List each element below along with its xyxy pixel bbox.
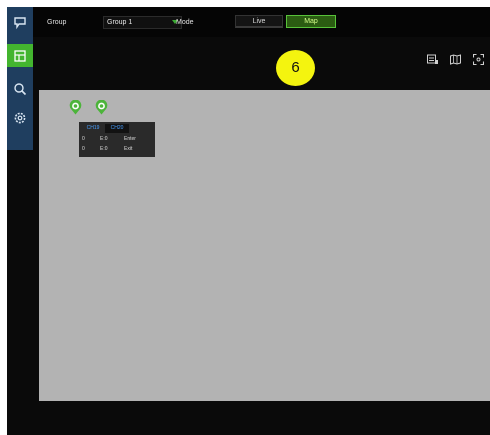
camera-pin-icon[interactable] (95, 100, 108, 115)
camera-pin-icon[interactable] (69, 100, 82, 115)
row-field: E:0 (100, 136, 108, 142)
row-field: E:0 (100, 146, 108, 152)
mode-label: Mode (176, 19, 194, 26)
sidebar-item-playback[interactable] (7, 44, 33, 67)
map-view-window: Group Group 1 Mode Live Map 6 CH19 CH20 … (7, 7, 490, 435)
camera-info-popup: CH19 CH20 0 E:0 Enter 0 E:0 Exit (79, 122, 155, 157)
map-list-icon[interactable] (427, 54, 438, 65)
popup-rows: 0 E:0 Enter 0 E:0 Exit (79, 134, 155, 154)
search-icon (14, 82, 27, 95)
step-badge: 6 (276, 50, 315, 86)
list-item: 0 E:0 Enter (79, 134, 155, 144)
tab-ch20[interactable]: CH20 (105, 124, 129, 133)
sidebar-item-settings[interactable] (7, 106, 33, 129)
playback-icon (14, 49, 26, 62)
popup-tabs: CH19 CH20 (81, 124, 129, 133)
tab-ch19[interactable]: CH19 (81, 124, 105, 133)
map-canvas[interactable]: CH19 CH20 0 E:0 Enter 0 E:0 Exit (39, 90, 490, 401)
top-toolbar: Group Group 1 Mode Live Map (33, 7, 490, 37)
map-edit-icon[interactable] (450, 54, 461, 65)
settings-icon (14, 112, 26, 123)
row-action: Enter (124, 136, 136, 142)
mode-map-button[interactable]: Map (286, 15, 336, 28)
live-view-icon (14, 16, 26, 29)
group-select-value: Group 1 (107, 19, 133, 26)
list-item: 0 E:0 Exit (79, 144, 155, 154)
row-id: 0 (82, 146, 85, 152)
group-label: Group (47, 19, 67, 26)
row-action: Exit (124, 146, 133, 152)
sidebar-item-search[interactable] (7, 77, 33, 100)
fullscreen-icon[interactable] (473, 54, 484, 65)
row-id: 0 (82, 136, 85, 142)
sidebar (7, 7, 33, 150)
group-select[interactable]: Group 1 (103, 16, 182, 29)
sidebar-item-live[interactable] (7, 11, 33, 34)
mode-live-button[interactable]: Live (235, 15, 283, 28)
